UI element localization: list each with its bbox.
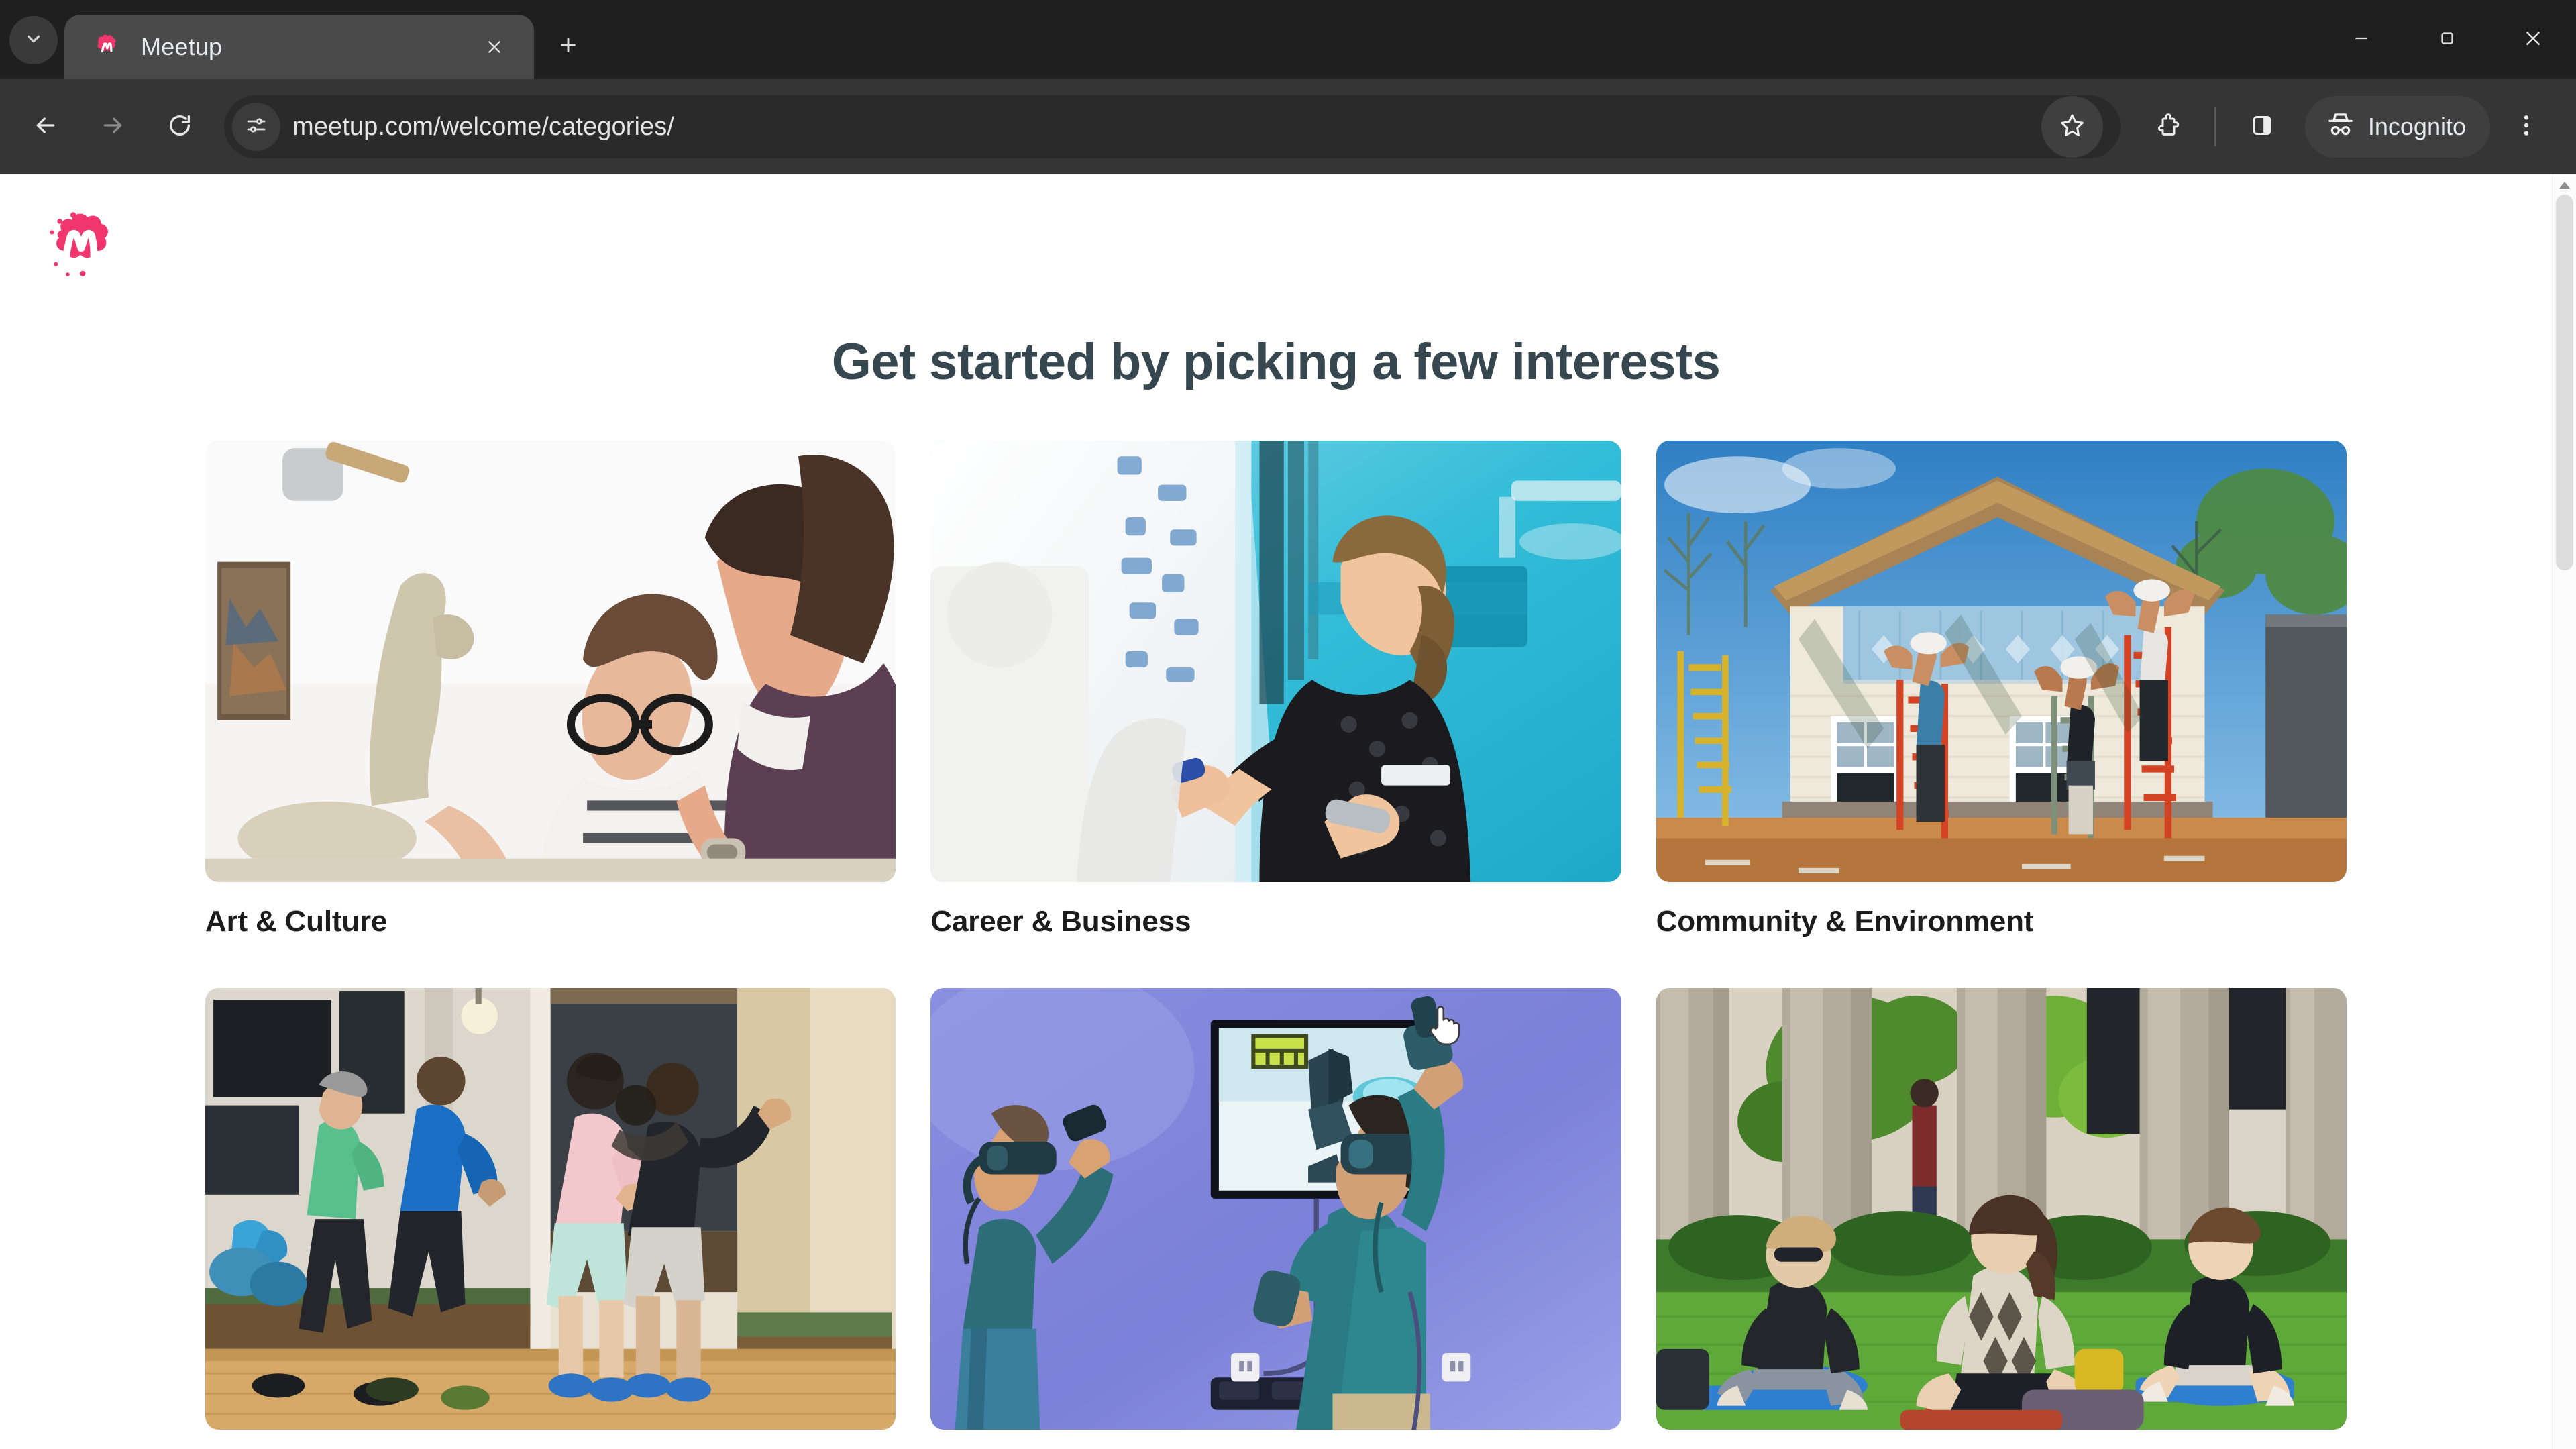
tune-settings-icon [244,113,268,141]
category-card-art-culture[interactable]: Art & Culture [205,441,896,938]
extensions-button[interactable] [2138,96,2200,158]
category-card-community-environment[interactable]: Community & Environment [1656,441,2347,938]
caret-up-icon [2558,180,2571,193]
back-button[interactable] [15,96,76,158]
category-thumbnail [1656,441,2347,882]
forward-button[interactable] [82,96,144,158]
category-grid-row-2 [0,988,2552,1449]
toolbar-divider [2214,107,2216,146]
page-viewport: Get started by picking a few interests A… [0,174,2576,1449]
forward-arrow-icon [99,112,126,142]
page-scrollbar[interactable] [2552,174,2576,1449]
category-thumbnail [930,988,1621,1430]
page-title: Get started by picking a few interests [831,333,1721,390]
side-panel-icon [2249,112,2275,142]
bookmark-button[interactable] [2041,96,2103,158]
maximize-icon [2437,28,2457,52]
category-thumbnail [205,441,896,882]
site-info-button[interactable] [232,103,280,151]
incognito-badge[interactable]: Incognito [2304,96,2490,158]
puzzle-piece-icon [2155,112,2182,142]
category-card-career-business[interactable]: Career & Business [930,441,1621,938]
category-grid-row-1: Art & Culture Career & Business Communit… [0,441,2552,938]
minimize-icon [2351,28,2371,52]
close-window-button[interactable] [2490,0,2576,79]
category-card-health-wellbeing[interactable] [1656,988,2347,1449]
reload-icon [166,112,193,142]
category-card-dancing[interactable] [205,988,896,1449]
tab-search-button[interactable] [9,16,58,64]
scrollbar-thumb[interactable] [2556,195,2573,570]
reload-button[interactable] [149,96,211,158]
chevron-down-icon [23,29,44,52]
browser-toolbar: meetup.com/welcome/categories/ Incognito [0,79,2576,174]
tab-title: Meetup [141,33,223,60]
meetup-logo-icon [91,32,122,62]
category-label: Art & Culture [205,905,388,938]
category-thumbnail [930,441,1621,882]
close-icon [2523,28,2543,52]
tab-strip: Meetup [0,0,2576,79]
side-panel-button[interactable] [2231,96,2293,158]
meetup-categories-page: Get started by picking a few interests A… [0,174,2552,1449]
meetup-logo-icon [42,204,2552,283]
browser-window: Meetup meetup.com/welcome/categories/ In… [0,0,2576,1449]
window-controls [2318,0,2576,79]
category-thumbnail [1656,988,2347,1430]
meetup-logo-link[interactable] [42,204,2552,283]
new-tab-button[interactable] [545,23,592,70]
minimize-button[interactable] [2318,0,2404,79]
category-label: Community & Environment [1656,905,2034,938]
incognito-hat-glasses-icon [2325,109,2356,146]
browser-tab[interactable]: Meetup [64,15,534,79]
url-text: meetup.com/welcome/categories/ [292,112,675,141]
tab-close-button[interactable] [478,30,511,64]
incognito-label: Incognito [2367,113,2466,140]
site-header [0,174,2552,283]
plus-icon [557,34,579,59]
category-thumbnail [205,988,896,1430]
three-dot-menu-icon [2513,112,2540,142]
back-arrow-icon [32,112,59,142]
category-label: Career & Business [930,905,1191,938]
star-icon [2058,111,2086,143]
category-card-tech-vr[interactable] [930,988,1621,1449]
chrome-menu-button[interactable] [2496,96,2557,158]
maximize-button[interactable] [2404,0,2490,79]
address-bar[interactable]: meetup.com/welcome/categories/ [224,95,2121,158]
